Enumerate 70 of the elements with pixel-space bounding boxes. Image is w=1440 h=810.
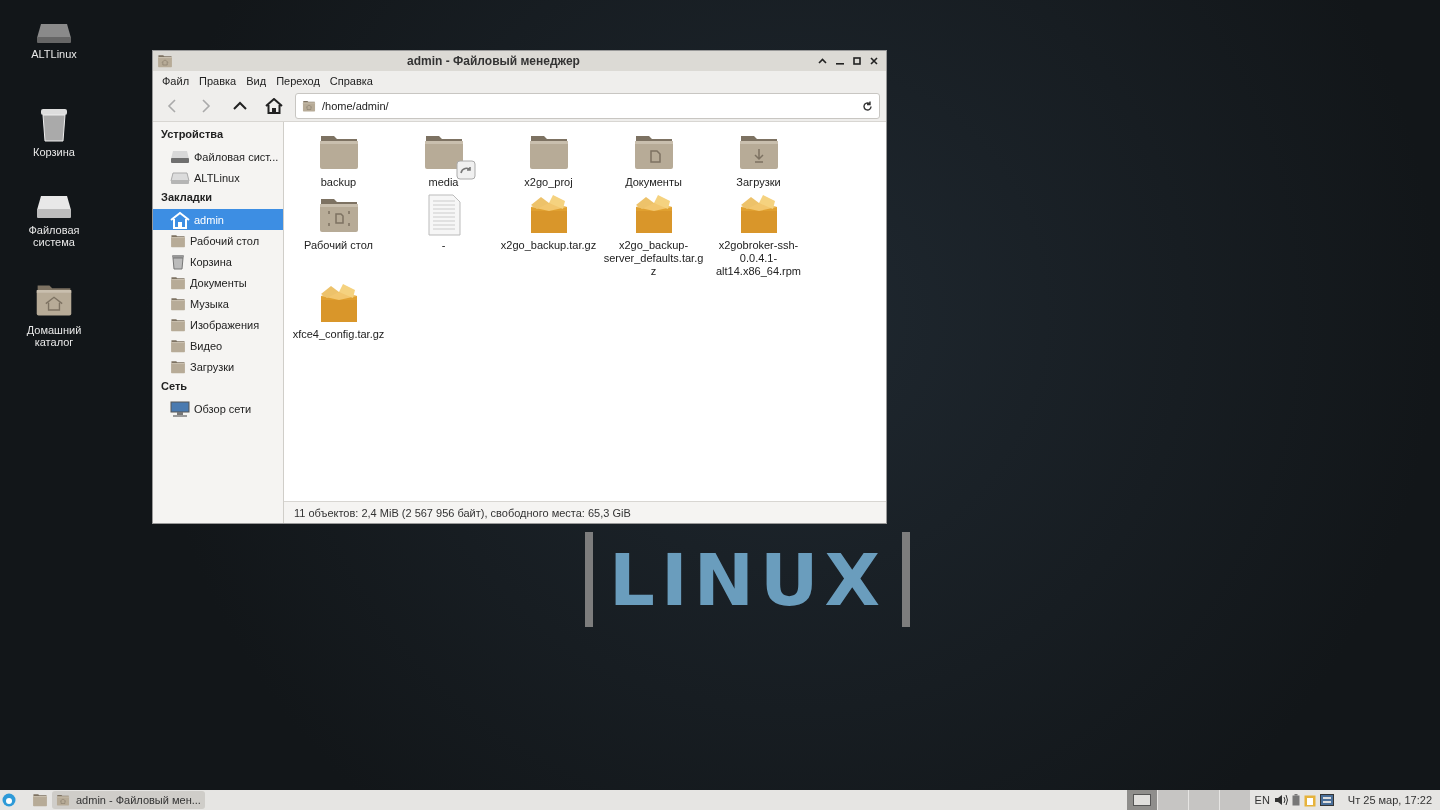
keyboard-layout[interactable]: EN — [1254, 794, 1270, 806]
taskbar-task[interactable]: admin - Файловый мен... — [52, 791, 205, 809]
workspace-button[interactable] — [1126, 790, 1158, 810]
file-name[interactable]: backup — [288, 176, 389, 189]
clipboard-icon[interactable] — [1303, 793, 1316, 807]
file-name[interactable]: x2go_backup-server_defaults.tar.gz — [603, 239, 704, 278]
maximize-icon — [852, 57, 861, 65]
desktop-icon-label[interactable]: ALTLinux — [19, 48, 89, 60]
sidebar-item[interactable]: Документы — [153, 272, 283, 293]
close-icon — [869, 57, 878, 65]
sidebar-item[interactable]: Видео — [153, 335, 283, 356]
sidebar-item[interactable]: Обзор сети — [153, 398, 283, 419]
sidebar-item[interactable]: Загрузки — [153, 356, 283, 377]
window-title: admin - Файловый менеджер — [406, 54, 581, 68]
sidebar-heading: Сеть — [160, 379, 189, 394]
desktop-icon-label[interactable]: Корзина — [19, 146, 89, 158]
folder-icon — [157, 53, 173, 69]
file-name[interactable]: Загрузки — [708, 176, 809, 189]
volume-icon[interactable] — [1273, 794, 1288, 806]
drive-icon — [170, 170, 190, 185]
trash-icon — [39, 108, 69, 142]
menu-item[interactable]: Файл — [157, 75, 195, 87]
menu-item[interactable]: Справка — [324, 75, 378, 87]
link-emblem-icon — [455, 160, 476, 180]
file-name[interactable]: x2gobroker-ssh-0.0.4.1-alt14.x86_64.rpm — [708, 239, 809, 278]
sidebar-heading: Закладки — [160, 190, 213, 205]
file-name[interactable]: x2go_proj — [498, 176, 599, 189]
folder-icon — [302, 99, 316, 113]
home-icon — [265, 98, 283, 114]
menu-item[interactable]: Переход — [271, 75, 325, 87]
sidebar-item[interactable]: Файловая сист... — [153, 146, 283, 167]
sidebar-item[interactable]: Рабочий стол — [153, 230, 283, 251]
file-name[interactable]: xfce4_config.tar.gz — [288, 328, 389, 341]
folder-icon — [56, 793, 70, 807]
sidebar-heading: Устройства — [160, 127, 225, 142]
sidebar-item[interactable]: Музыка — [153, 293, 283, 314]
folder-icon — [170, 337, 186, 354]
network-icon[interactable] — [1319, 794, 1334, 806]
drive-icon — [170, 149, 190, 164]
reload-icon[interactable] — [862, 100, 873, 112]
desktop-icon-label[interactable]: Домашний каталог — [19, 324, 89, 348]
folder-icon — [170, 358, 186, 375]
file-name[interactable]: Рабочий стол — [288, 239, 389, 252]
status-bar: 11 объектов: 2,4 MiB (2 567 956 байт), свободного места: 65,3 GiB — [284, 501, 886, 523]
wallpaper-logo: LINUX — [585, 532, 910, 627]
file-name[interactable]: x2go_backup.tar.gz — [498, 239, 599, 252]
sidebar-item[interactable]: ALTLinux — [153, 167, 283, 188]
file-name[interactable]: Документы — [603, 176, 704, 189]
menu-item[interactable]: Вид — [241, 75, 272, 87]
folder-icon — [32, 792, 48, 808]
battery-icon[interactable] — [1291, 794, 1300, 806]
drive-icon — [36, 22, 72, 44]
menu-item[interactable]: Правка — [194, 75, 242, 87]
home-icon — [170, 210, 190, 229]
desktop-icon-label[interactable]: Файловая система — [19, 224, 89, 248]
file-name[interactable]: media — [393, 176, 494, 189]
folder-icon — [170, 295, 186, 312]
app-menu-icon[interactable] — [2, 793, 16, 807]
drive-icon — [36, 194, 72, 220]
clock[interactable]: Чт 25 мар, 17:22 — [1337, 794, 1438, 806]
trash-icon — [170, 253, 186, 270]
caret-icon — [818, 58, 827, 64]
sidebar-item[interactable]: Изображения — [153, 314, 283, 335]
folder-icon — [170, 316, 186, 333]
file-name[interactable]: - — [393, 239, 494, 252]
folder-icon — [170, 274, 186, 291]
sidebar-item[interactable]: Корзина — [153, 251, 283, 272]
folder-icon — [170, 232, 186, 249]
network-icon — [170, 400, 190, 417]
location-field[interactable]: /home/admin/ — [295, 93, 880, 119]
